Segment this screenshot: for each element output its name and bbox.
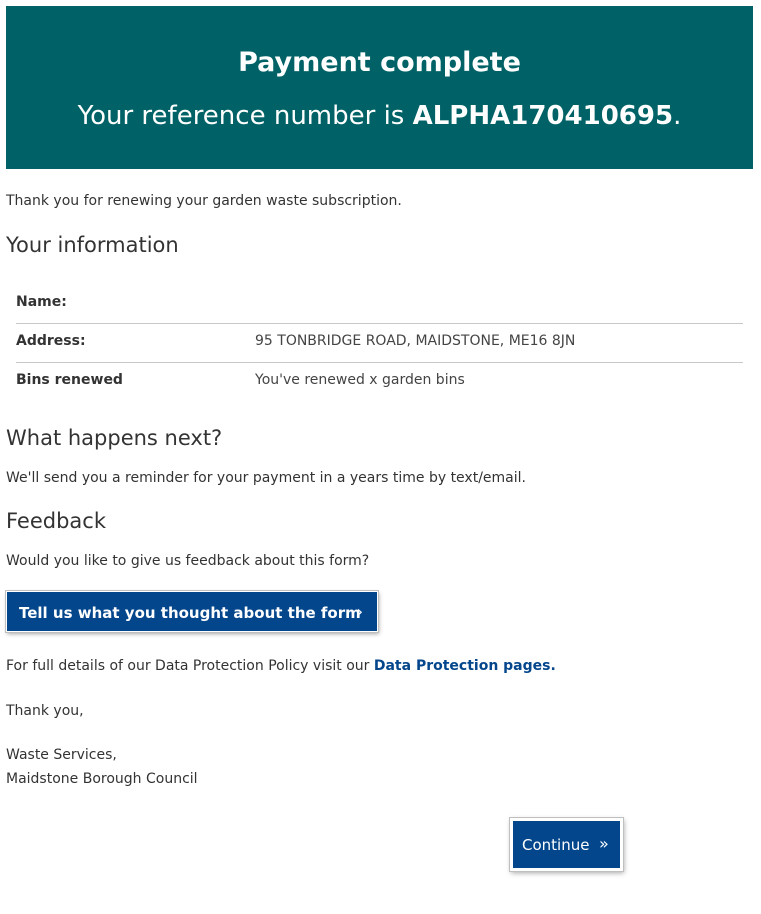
intro-text: Thank you for renewing your garden waste… [6, 193, 402, 209]
data-protection-prefix: For full details of our Data Protection … [6, 658, 374, 674]
info-label: Bins renewed [16, 372, 123, 388]
chevron-right-icon: › [356, 602, 363, 621]
data-protection-text: For full details of our Data Protection … [6, 656, 556, 676]
continue-button[interactable]: Continue » [510, 818, 623, 871]
info-value: 95 TONBRIDGE ROAD, MAIDSTONE, ME16 8JN [255, 333, 576, 349]
banner-title: Payment complete [238, 47, 521, 78]
signoff-department: Waste Services, [6, 747, 117, 763]
continue-button-label: Continue [522, 836, 590, 854]
double-chevron-right-icon: » [599, 834, 609, 853]
feedback-button[interactable]: Tell us what you thought about the form … [6, 591, 378, 632]
feedback-heading: Feedback [6, 509, 107, 533]
next-heading: What happens next? [6, 426, 223, 450]
info-row-name: Name: [16, 285, 743, 324]
feedback-question: Would you like to give us feedback about… [6, 553, 370, 569]
reference-suffix: . [673, 101, 682, 131]
reference-line: Your reference number is ALPHA170410695. [6, 101, 753, 131]
info-label: Name: [16, 294, 67, 310]
signoff-thanks: Thank you, [6, 703, 84, 719]
reference-number: ALPHA170410695 [412, 101, 674, 131]
feedback-button-label: Tell us what you thought about the form [19, 604, 361, 622]
info-label: Address: [16, 333, 86, 349]
info-row-address: Address: 95 TONBRIDGE ROAD, MAIDSTONE, M… [16, 324, 743, 363]
info-value: You've renewed x garden bins [255, 372, 465, 388]
signoff-council: Maidstone Borough Council [6, 771, 198, 787]
data-protection-link[interactable]: Data Protection pages. [374, 658, 556, 674]
reference-prefix: Your reference number is [77, 101, 413, 131]
confirmation-banner: Payment complete Your reference number i… [6, 6, 753, 169]
next-text: We'll send you a reminder for your payme… [6, 470, 526, 486]
info-heading: Your information [6, 233, 179, 257]
info-row-bins: Bins renewed You've renewed x garden bin… [16, 363, 743, 401]
